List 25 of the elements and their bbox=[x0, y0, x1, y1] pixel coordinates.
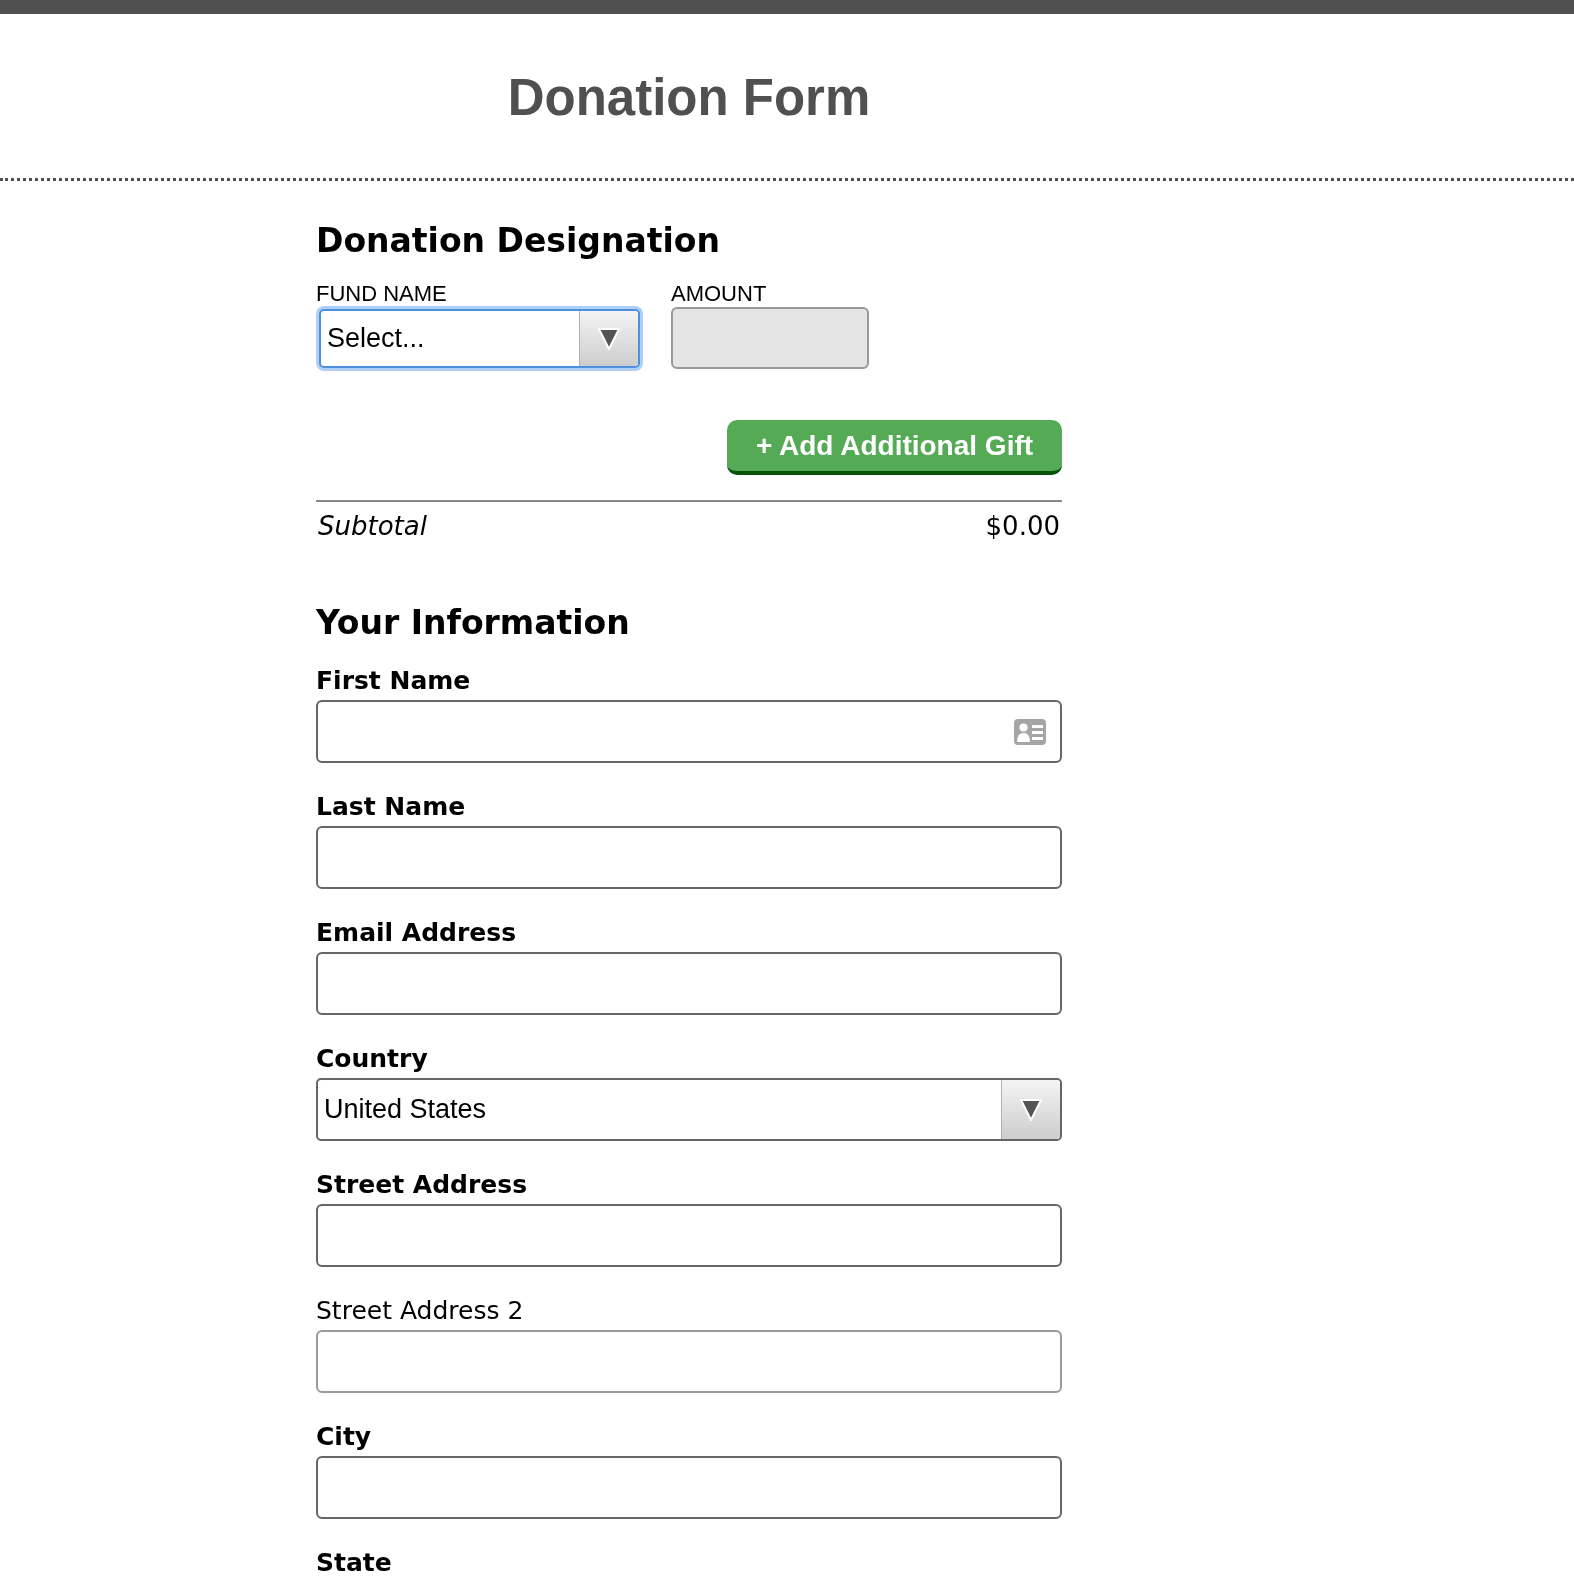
text-field[interactable] bbox=[316, 1456, 1062, 1519]
page-title: Donation Form bbox=[506, 68, 872, 128]
field-label: Country bbox=[316, 1044, 428, 1074]
text-field[interactable] bbox=[316, 700, 1062, 763]
fund-name-label: FUND NAME bbox=[316, 282, 447, 306]
caret-icon bbox=[1001, 1080, 1060, 1139]
subtotal-label: Subtotal bbox=[317, 511, 427, 541]
section-heading: Your Information bbox=[316, 603, 631, 643]
field-label: Last Name bbox=[316, 792, 466, 822]
text-field[interactable] bbox=[316, 826, 1062, 889]
field-label: Street Address bbox=[316, 1170, 528, 1200]
section-heading: Donation Designation bbox=[316, 221, 721, 261]
field-label: State bbox=[316, 1548, 392, 1576]
text-field[interactable] bbox=[316, 1330, 1062, 1393]
fund-select[interactable]: Select... bbox=[316, 306, 643, 371]
text-field[interactable] bbox=[316, 952, 1062, 1015]
caret-icon bbox=[579, 311, 638, 366]
subtotal-amount: $0.00 bbox=[985, 511, 1061, 541]
field-label: City bbox=[316, 1422, 372, 1452]
country-select[interactable]: United States bbox=[316, 1078, 1062, 1141]
text-field[interactable] bbox=[316, 1204, 1062, 1267]
field-label: Email Address bbox=[316, 918, 517, 948]
amount-label: AMOUNT bbox=[671, 282, 767, 306]
field-label: First Name bbox=[316, 666, 471, 696]
field-label: Street Address 2 bbox=[316, 1296, 524, 1326]
